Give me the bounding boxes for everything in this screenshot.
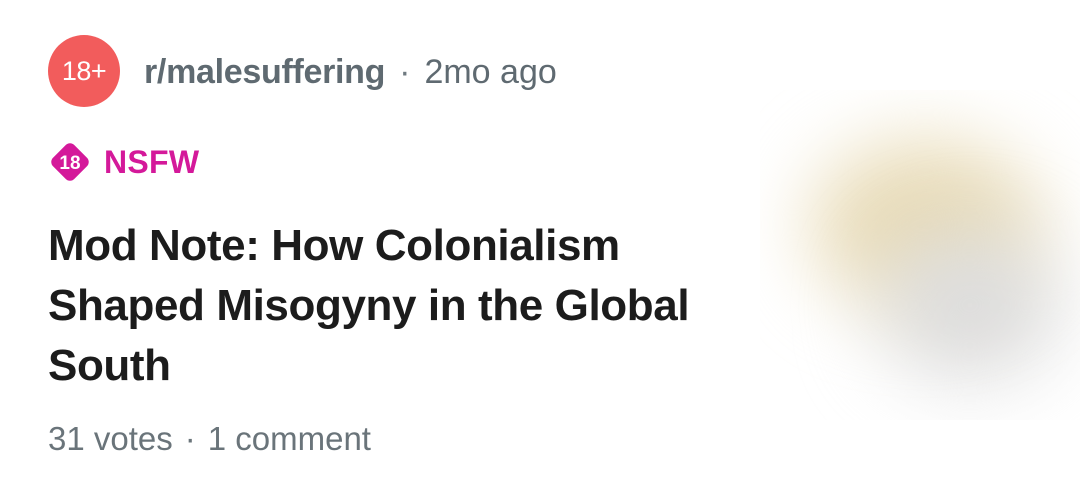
post-thumbnail-blurred[interactable]	[760, 90, 1080, 420]
comment-count[interactable]: 1 comment	[208, 420, 371, 458]
thumbnail-blur-area	[880, 230, 1060, 380]
post-title[interactable]: Mod Note: How Colonialism Shaped Misogyn…	[48, 216, 738, 396]
vote-count: 31 votes	[48, 420, 173, 457]
nsfw-label: NSFW	[104, 143, 200, 180]
stats-separator: ·	[184, 420, 196, 457]
nsfw-tag: 18 NSFW	[48, 140, 199, 184]
nsfw-icon: 18	[48, 140, 92, 184]
post-header: 18+ r/malesuffering · 2mo ago	[48, 35, 557, 107]
nsfw-icon-text: 18	[59, 153, 80, 174]
post-card[interactable]: 18+ r/malesuffering · 2mo ago 18 NSFW Mo…	[0, 0, 1080, 478]
header-separator: ·	[399, 52, 411, 91]
subreddit-avatar[interactable]: 18+	[48, 35, 120, 107]
post-age: 2mo ago	[424, 52, 557, 91]
subreddit-name[interactable]: r/malesuffering	[144, 53, 385, 92]
post-stats: 31 votes · 1 comment	[48, 420, 371, 458]
subreddit-avatar-text: 18+	[61, 55, 107, 86]
